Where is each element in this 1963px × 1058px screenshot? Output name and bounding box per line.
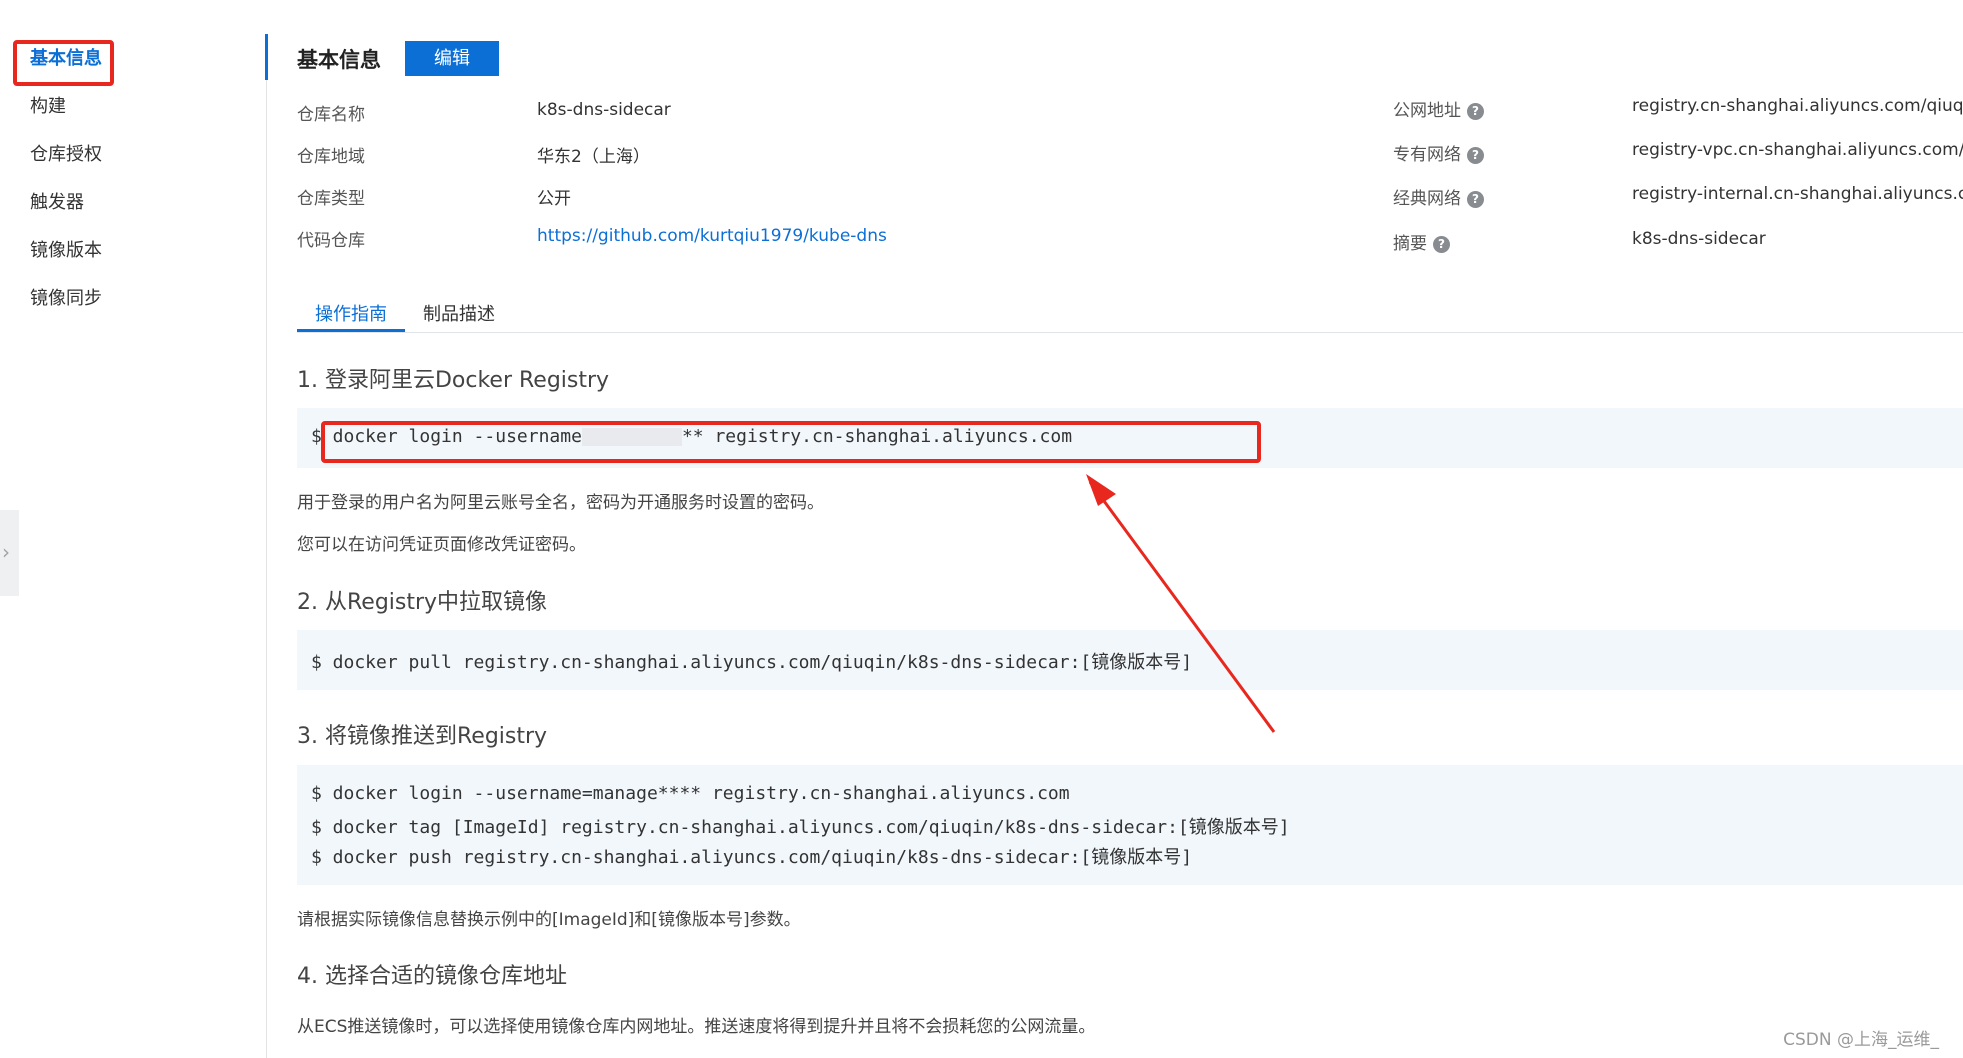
code-line-push-login: $ docker login --username=manage**** reg… xyxy=(311,783,1070,804)
login-description-2: 您可以在访问凭证页面修改凭证密码。 xyxy=(297,535,586,555)
repo-name-label: 仓库名称 xyxy=(297,105,365,125)
classic-network-label: 经典网络? xyxy=(1393,184,1484,209)
public-address-label-text: 公网地址 xyxy=(1393,101,1461,121)
digest-value: k8s-dns-sidecar xyxy=(1632,229,1766,249)
sidebar-item-image-versions[interactable]: 镜像版本 xyxy=(30,240,102,262)
page-title: 基本信息 xyxy=(297,48,381,72)
public-address-value: registry.cn-shanghai.aliyuncs.com/qiuqin… xyxy=(1632,96,1963,116)
help-icon[interactable]: ? xyxy=(1433,235,1450,253)
sidebar-item-build[interactable]: 构建 xyxy=(30,96,66,118)
repo-type-value: 公开 xyxy=(537,189,571,209)
sidebar-item-repo-auth[interactable]: 仓库授权 xyxy=(30,144,102,166)
section-1-title: 1. 登录阿里云Docker Registry xyxy=(297,368,610,393)
section-3-title: 3. 将镜像推送到Registry xyxy=(297,724,548,749)
classic-network-label-text: 经典网络 xyxy=(1393,189,1461,209)
sidebar-item-triggers[interactable]: 触发器 xyxy=(30,192,84,214)
repo-name-value: k8s-dns-sidecar xyxy=(537,100,671,120)
classic-network-value: registry-internal.cn-shanghai.aliyuncs.c… xyxy=(1632,184,1963,204)
help-icon[interactable]: ? xyxy=(1467,102,1484,120)
address-description: 从ECS推送镜像时，可以选择使用镜像仓库内网地址。推送速度将得到提升并且将不会损… xyxy=(297,1017,1096,1037)
help-icon[interactable]: ? xyxy=(1467,190,1484,208)
repo-region-label: 仓库地域 xyxy=(297,147,365,167)
annotation-arrow xyxy=(1086,474,1276,733)
code-repo-label: 代码仓库 xyxy=(297,231,365,251)
push-description: 请根据实际镜像信息替换示例中的[ImageId]和[镜像版本号]参数。 xyxy=(297,910,801,930)
vpc-address-label: 专有网络? xyxy=(1393,140,1484,165)
repo-region-value: 华东2（上海） xyxy=(537,147,650,167)
section-2-title: 2. 从Registry中拉取镜像 xyxy=(297,590,548,615)
code-repo-link[interactable]: https://github.com/kurtqiu1979/kube-dns xyxy=(537,226,887,246)
sidebar-collapse-toggle[interactable]: › xyxy=(0,510,19,596)
tab-active-indicator xyxy=(297,329,405,332)
sidebar-item-image-sync[interactable]: 镜像同步 xyxy=(30,288,102,310)
public-address-label: 公网地址? xyxy=(1393,96,1484,121)
vpc-address-value: registry-vpc.cn-shanghai.aliyuncs.com/qi… xyxy=(1632,140,1963,160)
chevron-right-icon: › xyxy=(2,540,10,564)
code-block-push[interactable]: $ docker login --username=manage**** reg… xyxy=(297,765,1963,885)
code-line-push: $ docker push registry.cn-shanghai.aliyu… xyxy=(311,847,1193,868)
section-4-title: 4. 选择合适的镜像仓库地址 xyxy=(297,964,567,989)
repo-type-label: 仓库类型 xyxy=(297,189,365,209)
help-icon[interactable]: ? xyxy=(1467,146,1484,164)
login-description-1: 用于登录的用户名为阿里云账号全名，密码为开通服务时设置的密码。 xyxy=(297,493,824,513)
tab-artifact-description[interactable]: 制品描述 xyxy=(423,300,495,326)
digest-label-text: 摘要 xyxy=(1393,234,1427,254)
tab-bar-divider xyxy=(297,332,1963,333)
code-line-push-tag: $ docker tag [ImageId] registry.cn-shang… xyxy=(311,817,1290,838)
vpc-address-label-text: 专有网络 xyxy=(1393,145,1461,165)
annotation-highlight-box xyxy=(321,421,1261,463)
watermark: CSDN @上海_运维_ xyxy=(1783,1030,1939,1050)
content-divider-accent xyxy=(265,34,268,80)
digest-label: 摘要? xyxy=(1393,229,1450,254)
sidebar-item-basic-info[interactable]: 基本信息 xyxy=(30,48,102,70)
edit-button[interactable]: 编辑 xyxy=(405,41,499,76)
tab-operation-guide[interactable]: 操作指南 xyxy=(315,300,387,326)
content-divider xyxy=(266,34,267,1058)
